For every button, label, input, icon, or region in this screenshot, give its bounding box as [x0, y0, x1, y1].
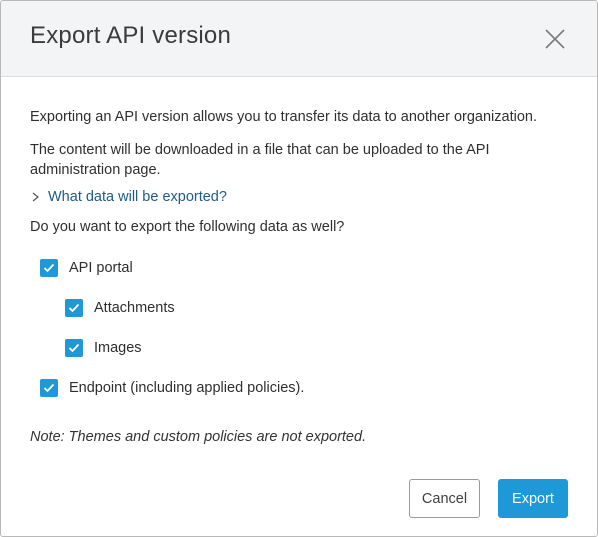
what-data-toggle[interactable]: What data will be exported? — [31, 189, 227, 205]
endpoint-option[interactable]: Endpoint (including applied policies). — [40, 379, 304, 397]
images-checkbox[interactable] — [65, 339, 83, 357]
close-button[interactable] — [542, 26, 568, 52]
endpoint-checkbox[interactable] — [40, 379, 58, 397]
export-note: Note: Themes and custom policies are not… — [30, 429, 367, 445]
dialog-header: Export API version — [1, 1, 597, 77]
check-icon — [43, 263, 55, 273]
images-label: Images — [94, 340, 142, 356]
export-api-dialog: Export API version Exporting an API vers… — [0, 0, 598, 537]
check-icon — [68, 303, 80, 313]
intro-text: Exporting an API version allows you to t… — [30, 109, 537, 125]
images-option[interactable]: Images — [65, 339, 142, 357]
endpoint-label: Endpoint (including applied policies). — [69, 380, 305, 396]
api-portal-checkbox[interactable] — [40, 259, 58, 277]
api-portal-option[interactable]: API portal — [40, 259, 133, 277]
dialog-title: Export API version — [30, 22, 232, 49]
attachments-label: Attachments — [94, 300, 175, 316]
cancel-button[interactable]: Cancel — [409, 479, 480, 518]
api-portal-label: API portal — [69, 260, 133, 276]
export-button[interactable]: Export — [498, 479, 568, 518]
attachments-option[interactable]: Attachments — [65, 299, 175, 317]
attachments-checkbox[interactable] — [65, 299, 83, 317]
chevron-right-icon — [31, 191, 41, 203]
download-note-text: The content will be downloaded in a file… — [30, 142, 490, 178]
close-icon — [542, 26, 568, 52]
toggle-label: What data will be exported? — [48, 189, 227, 205]
check-icon — [68, 343, 80, 353]
export-question: Do you want to export the following data… — [30, 219, 345, 235]
check-icon — [43, 383, 55, 393]
